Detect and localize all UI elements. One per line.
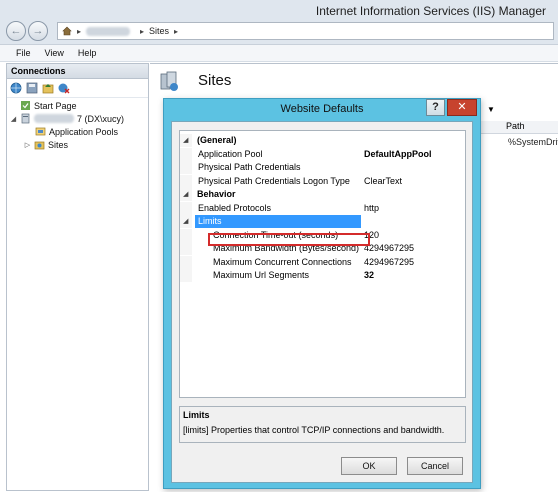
page-title: Sites xyxy=(198,72,232,89)
column-header-path[interactable]: Path xyxy=(480,121,558,134)
property-row[interactable]: ◢ Behavior xyxy=(180,188,465,201)
breadcrumb-separator: ▸ xyxy=(174,26,179,36)
property-name: Maximum Url Segments xyxy=(213,270,310,280)
menu-help[interactable]: Help xyxy=(78,48,97,58)
property-name: Physical Path Credentials xyxy=(198,162,301,172)
tree-label: Sites xyxy=(48,139,69,150)
connect-globe-icon[interactable] xyxy=(10,82,22,94)
breadcrumb-separator: ▸ xyxy=(140,26,145,36)
connections-header: Connections xyxy=(7,64,148,79)
sites-icon xyxy=(158,70,180,92)
property-row[interactable]: Maximum Url Segments 32 xyxy=(180,269,465,282)
row-margin xyxy=(180,201,192,215)
breadcrumb-separator: ▸ xyxy=(77,26,82,36)
property-name: Maximum Concurrent Connections xyxy=(213,256,352,267)
forward-button[interactable]: → xyxy=(28,21,48,41)
property-description: Limits [limits] Properties that control … xyxy=(179,406,466,443)
property-value[interactable]: DefaultAppPool xyxy=(364,148,432,161)
row-margin xyxy=(180,242,192,255)
dialog-body: ◢ (General) Application Pool DefaultAppPool… xyxy=(171,121,473,483)
tree-label: Application Pools xyxy=(49,126,119,137)
sites-folder-icon xyxy=(34,139,45,150)
blurred-server-name xyxy=(34,114,74,123)
property-row[interactable]: Enabled Protocols http xyxy=(180,201,465,215)
arrow-right-icon: → xyxy=(32,25,44,37)
connections-toolbar xyxy=(7,79,148,98)
property-row[interactable]: Maximum Concurrent Connections 4294967295 xyxy=(180,255,465,269)
highlight-annotation xyxy=(208,233,370,246)
property-value[interactable]: 4294967295 xyxy=(364,242,414,255)
row-margin xyxy=(180,255,192,269)
property-value[interactable]: 32 xyxy=(364,269,374,282)
property-row[interactable]: Application Pool DefaultAppPool xyxy=(180,147,465,161)
property-grid[interactable]: ◢ (General) Application Pool DefaultAppPool… xyxy=(179,130,466,398)
collapse-arrow-icon[interactable]: ◢ xyxy=(10,115,17,123)
server-icon xyxy=(20,113,31,124)
close-icon: ✕ xyxy=(457,101,467,113)
address-bar[interactable]: ▸ ▸ Sites ▸ xyxy=(57,22,554,40)
menu-file[interactable]: File xyxy=(16,48,31,58)
start-page-icon xyxy=(20,100,31,111)
arrow-left-icon: ← xyxy=(10,25,22,37)
connections-pane: Connections Start Page ◢ 7 (DX\xucy) App… xyxy=(6,63,149,491)
category-label: (General) xyxy=(197,135,237,145)
property-row[interactable]: Physical Path Credentials xyxy=(180,161,465,174)
tree-item-server[interactable]: ◢ 7 (DX\xucy) xyxy=(10,113,124,124)
row-margin xyxy=(180,269,192,282)
category-label: Behavior xyxy=(197,189,236,199)
ok-button[interactable]: OK xyxy=(341,457,397,475)
row-margin xyxy=(180,228,192,242)
property-value[interactable]: http xyxy=(364,202,379,215)
tree-label: Start Page xyxy=(34,100,77,111)
breadcrumb-sites[interactable]: Sites xyxy=(149,26,169,36)
category-label-selected: Limits xyxy=(198,216,222,226)
property-value[interactable]: 4294967295 xyxy=(364,256,414,269)
application-pools-icon xyxy=(35,126,46,137)
tree-item-start-page[interactable]: Start Page xyxy=(10,100,77,111)
back-button[interactable]: ← xyxy=(6,21,26,41)
up-level-icon[interactable] xyxy=(42,82,54,94)
property-row[interactable]: ◢ (General) xyxy=(180,134,465,147)
home-icon xyxy=(62,26,72,36)
menu-view[interactable]: View xyxy=(45,48,64,58)
collapse-arrow-icon[interactable]: ◢ xyxy=(183,215,188,228)
blurred-server-name xyxy=(86,26,131,36)
property-name: Application Pool xyxy=(198,148,263,159)
row-margin xyxy=(180,174,192,188)
property-name: Physical Path Credentials Logon Type xyxy=(198,175,350,186)
dropdown-arrow-icon[interactable]: ▼ xyxy=(487,105,495,114)
row-margin xyxy=(180,161,192,174)
tree-label: 7 (DX\xucy) xyxy=(77,113,125,124)
description-title: Limits xyxy=(183,410,210,420)
property-row[interactable]: ◢ Limits xyxy=(180,215,465,228)
collapse-arrow-icon[interactable]: ◢ xyxy=(183,188,188,201)
cancel-button[interactable]: Cancel xyxy=(407,457,463,475)
property-name: Enabled Protocols xyxy=(198,202,272,213)
menu-bar: File View Help xyxy=(0,45,558,62)
website-defaults-dialog: Website Defaults ? ✕ ◢ (General) Applicati… xyxy=(163,98,481,489)
tree-item-sites[interactable]: ▷ Sites xyxy=(24,139,68,150)
close-button[interactable]: ✕ xyxy=(447,99,477,116)
path-cell: %SystemDriv xyxy=(508,137,558,147)
tree-item-application-pools[interactable]: Application Pools xyxy=(35,126,118,137)
help-button[interactable]: ? xyxy=(426,99,445,116)
disconnect-icon[interactable] xyxy=(58,82,70,94)
expand-arrow-icon[interactable]: ▷ xyxy=(24,141,31,149)
window-title: Internet Information Services (IIS) Mana… xyxy=(315,4,546,18)
collapse-arrow-icon[interactable]: ◢ xyxy=(183,134,188,147)
property-row[interactable]: Physical Path Credentials Logon Type Clea… xyxy=(180,174,465,188)
property-value[interactable]: ClearText xyxy=(364,175,402,188)
save-icon[interactable] xyxy=(26,82,38,94)
row-margin xyxy=(180,147,192,161)
description-text: [limits] Properties that control TCP/IP … xyxy=(183,425,445,435)
